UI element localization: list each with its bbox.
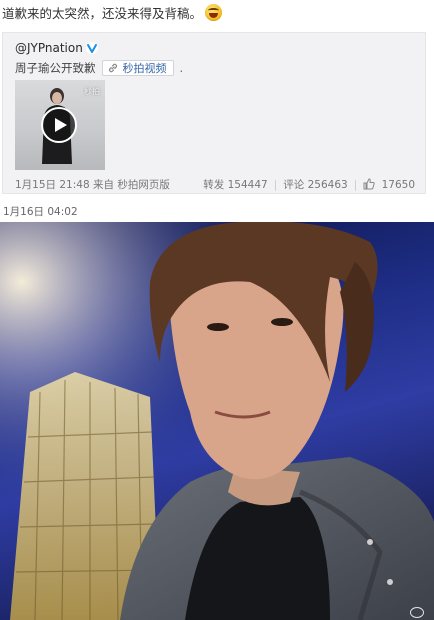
repost-meta: 1月15日 21:48 来自 秒拍网页版	[15, 179, 170, 191]
post-timestamp[interactable]: 1月16日 04:02	[3, 204, 78, 219]
photo-illustration	[0, 222, 434, 620]
repost-subtitle-line: 周子瑜公开致歉 秒拍视频 .	[15, 60, 183, 76]
play-icon[interactable]	[41, 107, 77, 143]
weibo-logo-icon	[410, 607, 424, 618]
repost-count: 154447	[227, 179, 268, 191]
corner-watermark	[358, 0, 428, 12]
video-thumbnail[interactable]: 秒拍	[15, 80, 105, 170]
repost-author-line: @JYPnation	[15, 41, 98, 55]
miaopai-logo: 秒拍	[84, 87, 100, 96]
video-link-label: 秒拍视频	[122, 62, 167, 75]
video-link-button[interactable]: 秒拍视频	[101, 60, 174, 76]
laughing-face-emoji-icon	[205, 4, 223, 21]
repost-stats: 转发 154447 | 评论 256463 | 17650	[203, 177, 415, 192]
post-photo[interactable]	[0, 222, 434, 620]
trailing-dot: .	[179, 61, 184, 75]
link-icon	[108, 63, 117, 73]
verified-icon	[85, 42, 98, 54]
photo-watermark	[410, 607, 428, 618]
thumbs-up-icon	[363, 178, 375, 190]
repost-label: 转发	[203, 179, 225, 191]
comment-label: 评论	[283, 179, 305, 191]
comment-count-button[interactable]: 评论 256463	[283, 177, 347, 192]
reposted-card: @JYPnation 周子瑜公开致歉 秒拍视频 . 秒拍 1月15日 21:48…	[2, 32, 426, 194]
post-text-content: 道歉来的太突然，还没来得及背稿。	[2, 6, 203, 21]
post-text: 道歉来的太突然，还没来得及背稿。	[2, 4, 342, 23]
repost-count-button[interactable]: 转发 154447	[203, 177, 267, 192]
like-button[interactable]: 17650	[363, 178, 415, 191]
like-count: 17650	[381, 179, 415, 191]
repost-subtitle: 周子瑜公开致歉	[15, 61, 96, 75]
stats-divider: |	[353, 178, 358, 191]
stats-divider: |	[273, 178, 278, 191]
repost-author-link[interactable]: @JYPnation	[15, 41, 83, 55]
comment-count: 256463	[307, 179, 348, 191]
